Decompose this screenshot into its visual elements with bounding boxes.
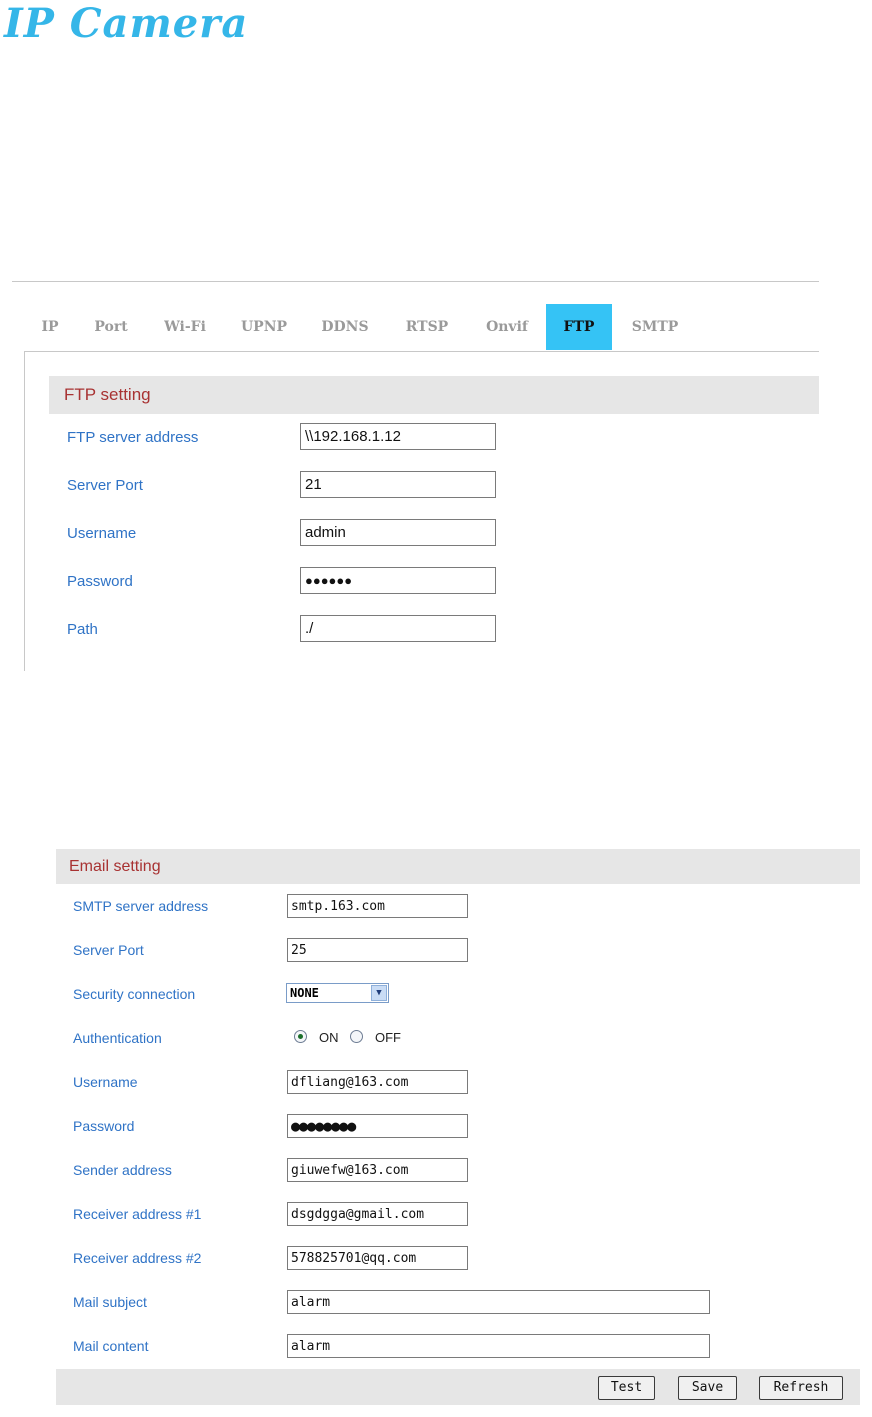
email-footer-bar xyxy=(56,1369,860,1405)
security-connection-value: NONE xyxy=(290,986,319,1000)
tab-upnp[interactable]: UPNP xyxy=(236,304,292,350)
save-button[interactable]: Save xyxy=(678,1376,737,1400)
smtp-password-input[interactable] xyxy=(287,1114,468,1138)
tab-rtsp[interactable]: RTSP xyxy=(398,304,456,350)
security-connection-select[interactable]: NONE ▼ xyxy=(286,983,389,1003)
chevron-down-icon[interactable]: ▼ xyxy=(371,985,387,1001)
ftp-server-port-label: Server Port xyxy=(67,477,143,494)
email-section-title: Email setting xyxy=(56,849,860,884)
content-border-top xyxy=(24,351,819,352)
receiver-address-2-input[interactable] xyxy=(287,1246,468,1270)
smtp-server-address-input[interactable] xyxy=(287,894,468,918)
ftp-username-label: Username xyxy=(67,525,137,542)
authentication-label: Authentication xyxy=(73,1030,162,1046)
tab-ddns[interactable]: DDNS xyxy=(315,304,375,350)
auth-on-radio[interactable] xyxy=(294,1030,307,1043)
ftp-path-label: Path xyxy=(67,621,98,638)
ftp-path-input[interactable] xyxy=(300,615,496,642)
test-button[interactable]: Test xyxy=(598,1376,655,1400)
ftp-password-label: Password xyxy=(67,573,133,590)
smtp-username-label: Username xyxy=(73,1074,138,1090)
receiver-address-1-label: Receiver address #1 xyxy=(73,1206,202,1222)
sender-address-label: Sender address xyxy=(73,1162,172,1178)
security-connection-label: Security connection xyxy=(73,986,196,1002)
divider xyxy=(12,281,819,282)
mail-content-input[interactable] xyxy=(287,1334,710,1358)
tab-smtp[interactable]: SMTP xyxy=(625,304,685,350)
tab-onvif[interactable]: Onvif xyxy=(479,304,535,350)
smtp-server-port-input[interactable] xyxy=(287,938,468,962)
ftp-section-title: FTP setting xyxy=(49,376,819,414)
ftp-panel: IP Port Wi-Fi UPNP DDNS RTSP Onvif FTP S… xyxy=(0,0,872,700)
smtp-username-input[interactable] xyxy=(287,1070,468,1094)
tab-ftp[interactable]: FTP xyxy=(546,304,612,350)
mail-content-label: Mail content xyxy=(73,1338,149,1354)
receiver-address-1-input[interactable] xyxy=(287,1202,468,1226)
smtp-server-address-label: SMTP server address xyxy=(73,898,209,914)
mail-subject-label: Mail subject xyxy=(73,1294,147,1310)
content-border-left xyxy=(24,351,25,671)
ftp-server-address-label: FTP server address xyxy=(67,429,199,446)
smtp-password-label: Password xyxy=(73,1118,135,1134)
ftp-server-port-input[interactable] xyxy=(300,471,496,498)
tab-wifi[interactable]: Wi-Fi xyxy=(158,304,212,350)
tab-ip[interactable]: IP xyxy=(36,304,64,350)
sender-address-input[interactable] xyxy=(287,1158,468,1182)
tab-port[interactable]: Port xyxy=(87,304,135,350)
ftp-server-address-input[interactable] xyxy=(300,423,496,450)
receiver-address-2-label: Receiver address #2 xyxy=(73,1250,202,1266)
auth-on-label: ON xyxy=(319,1030,339,1045)
mail-subject-input[interactable] xyxy=(287,1290,710,1314)
ftp-password-input[interactable] xyxy=(300,567,496,594)
auth-off-label: OFF xyxy=(375,1030,401,1045)
smtp-server-port-label: Server Port xyxy=(73,942,144,958)
auth-off-radio[interactable] xyxy=(350,1030,363,1043)
refresh-button[interactable]: Refresh xyxy=(759,1376,843,1400)
ftp-username-input[interactable] xyxy=(300,519,496,546)
